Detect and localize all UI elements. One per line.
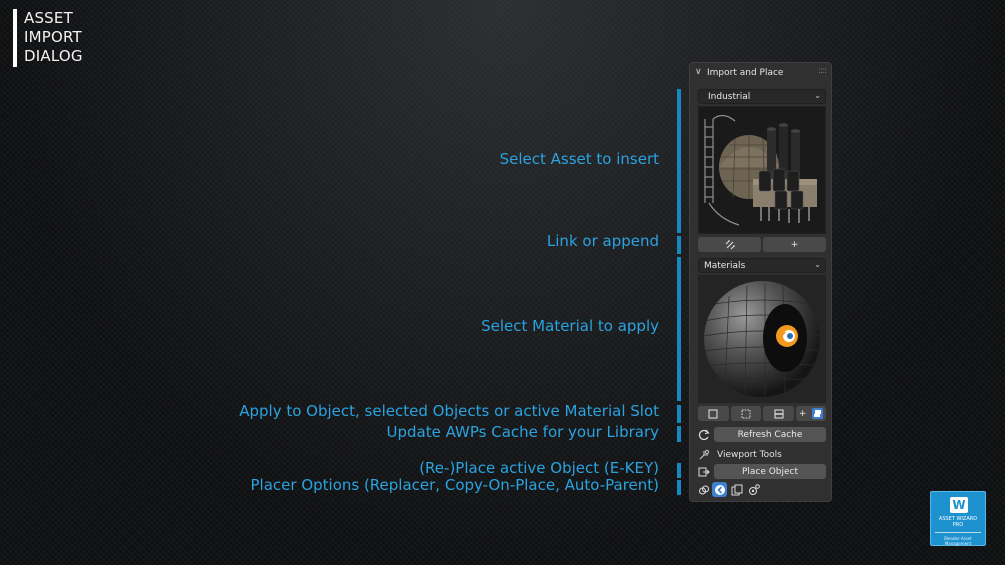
industrial-asset-image xyxy=(699,107,825,233)
panel-title: Import and Place xyxy=(707,68,784,78)
material-stack-icon xyxy=(812,408,824,419)
logo-line-3: Blender Asset Management xyxy=(944,536,972,546)
material-sphere-image xyxy=(699,276,825,402)
callout-replace: (Re-)Place active Object (E-KEY) xyxy=(419,459,659,477)
link-append-row: + xyxy=(698,237,826,252)
callout-bar-link xyxy=(677,236,681,254)
callout-bar-replace xyxy=(677,463,681,478)
copy-on-place-icon[interactable] xyxy=(712,482,727,497)
panel-header[interactable]: ∨ Import and Place :::: xyxy=(690,63,831,83)
callout-apply-to: Apply to Object, selected Objects or act… xyxy=(239,402,659,420)
logo-divider xyxy=(935,532,981,533)
title-line-3: DIALOG xyxy=(24,47,83,65)
callout-bar-asset xyxy=(677,89,681,233)
chevron-down-icon: ⌄ xyxy=(814,260,821,269)
duplicate-icon[interactable] xyxy=(729,482,744,497)
viewport-tools-label: Viewport Tools xyxy=(717,450,782,460)
title-line-2: IMPORT xyxy=(24,28,82,46)
page-title: ASSET IMPORT DIALOG xyxy=(24,9,83,66)
refresh-icon[interactable] xyxy=(696,427,711,442)
callout-bar-material xyxy=(677,257,681,401)
auto-parent-icon[interactable] xyxy=(746,482,761,497)
title-line-1: ASSET xyxy=(24,9,73,27)
callout-bar-cache xyxy=(677,426,681,442)
selection-icon xyxy=(741,409,751,418)
asset-wizard-pro-logo: W ASSET WIZARD PRO Blender Asset Managem… xyxy=(930,491,986,546)
viewport-tools-icon xyxy=(696,447,711,462)
material-preview-thumbnail[interactable] xyxy=(698,275,826,403)
callout-bar-apply xyxy=(677,405,681,423)
refresh-cache-button[interactable]: Refresh Cache xyxy=(714,427,826,442)
callout-bar-placer xyxy=(677,480,681,495)
place-object-icon[interactable] xyxy=(696,464,711,479)
drag-grip-icon[interactable]: :::: xyxy=(818,66,827,76)
import-place-panel: ∨ Import and Place :::: Industrial ⌄ + M… xyxy=(689,62,832,502)
replacer-icon[interactable] xyxy=(696,482,711,497)
material-category-dropdown[interactable]: Materials ⌄ xyxy=(698,258,826,273)
logo-line-2: PRO xyxy=(952,522,964,528)
link-toggle-button[interactable] xyxy=(698,237,761,252)
material-slot-icon xyxy=(774,409,784,418)
chevron-down-icon[interactable]: ∨ xyxy=(695,67,702,77)
material-category-value: Materials xyxy=(704,261,746,271)
title-accent-bar xyxy=(13,9,17,67)
callout-select-material: Select Material to apply xyxy=(481,317,659,335)
place-object-button[interactable]: Place Object xyxy=(714,464,826,479)
apply-options-row: + xyxy=(698,406,827,421)
callout-update-cache: Update AWPs Cache for your Library xyxy=(386,423,659,441)
append-button[interactable]: + xyxy=(763,237,826,252)
apply-active-object-button[interactable] xyxy=(698,406,729,421)
logo-mark: W xyxy=(950,497,968,513)
add-apply-button[interactable]: + xyxy=(796,406,827,421)
chevron-down-icon: ⌄ xyxy=(814,91,821,100)
object-icon xyxy=(708,409,718,418)
apply-selected-objects-button[interactable] xyxy=(730,406,762,421)
callout-placer-options: Placer Options (Replacer, Copy-On-Place,… xyxy=(250,476,660,494)
link-broken-icon xyxy=(725,240,734,249)
callout-link-append: Link or append xyxy=(546,232,659,250)
apply-material-slot-button[interactable] xyxy=(763,406,795,421)
callout-select-asset: Select Asset to insert xyxy=(499,150,659,168)
asset-category-value: Industrial xyxy=(708,92,751,102)
asset-preview-thumbnail[interactable] xyxy=(698,106,826,234)
plus-label: + xyxy=(798,408,807,419)
asset-category-dropdown[interactable]: Industrial ⌄ xyxy=(698,89,826,104)
